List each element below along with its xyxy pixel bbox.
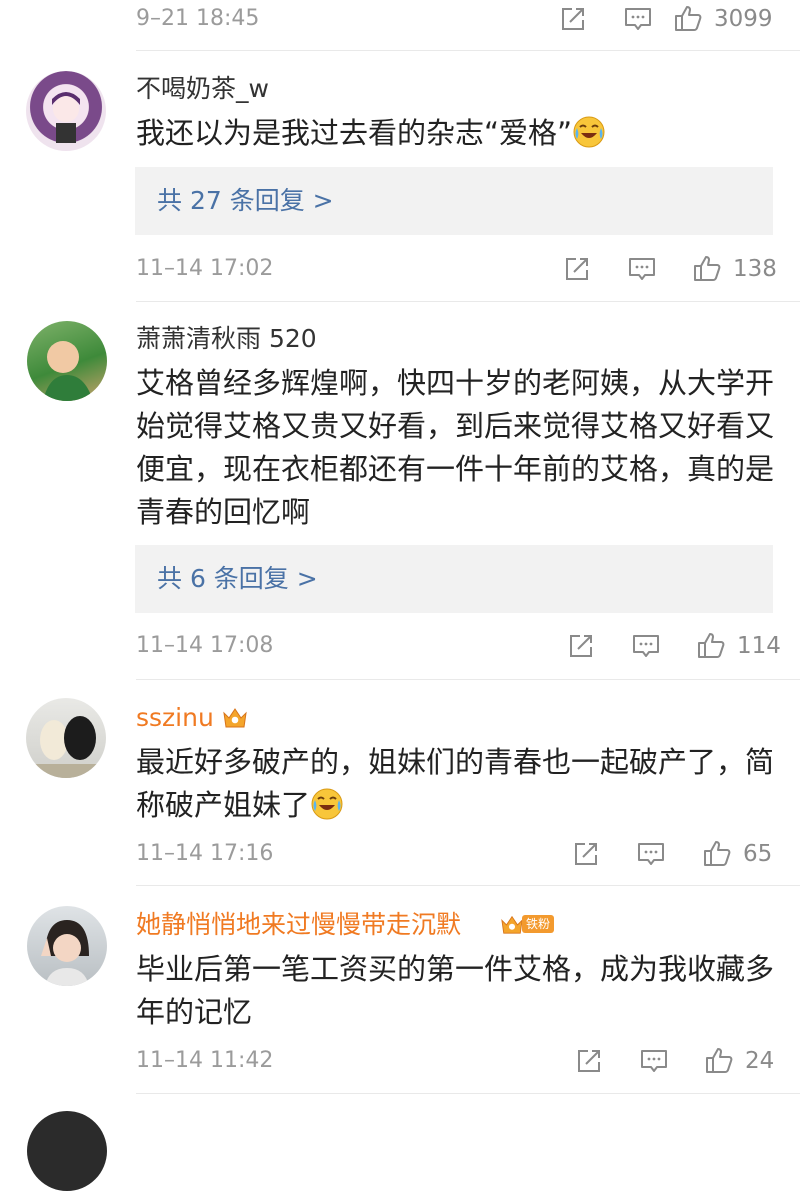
comment-date: 9–21 18:45 bbox=[136, 6, 260, 31]
like-count: 65 bbox=[743, 841, 773, 867]
like-count: 114 bbox=[737, 633, 781, 659]
divider bbox=[136, 301, 800, 302]
username[interactable]: 不喝奶茶_w bbox=[136, 73, 269, 105]
share-icon[interactable] bbox=[562, 254, 592, 284]
comment-icon[interactable] bbox=[627, 254, 657, 284]
username[interactable]: 她静悄悄地来过慢慢带走沉默 bbox=[136, 909, 461, 941]
share-icon[interactable] bbox=[574, 1046, 604, 1076]
comment-body: 我还以为是我过去看的杂志“爱格” bbox=[136, 116, 573, 150]
username[interactable]: 萧萧清秋雨 520 bbox=[136, 323, 317, 355]
like-icon[interactable] bbox=[692, 253, 722, 283]
crown-icon bbox=[500, 913, 524, 935]
reply-link[interactable]: 共 6 条回复 > bbox=[157, 545, 318, 613]
divider bbox=[136, 50, 800, 51]
like-count: 138 bbox=[733, 256, 777, 282]
comment-icon[interactable] bbox=[639, 1046, 669, 1076]
avatar[interactable] bbox=[27, 906, 107, 986]
share-icon[interactable] bbox=[558, 4, 588, 34]
comment-text: 我还以为是我过去看的杂志“爱格” bbox=[136, 112, 776, 155]
like-icon[interactable] bbox=[673, 3, 703, 33]
comment-text: 最近好多破产的，姐妹们的青春也一起破产了，简称破产姐妹了 bbox=[136, 741, 776, 827]
avatar[interactable] bbox=[27, 1111, 107, 1191]
share-icon[interactable] bbox=[566, 631, 596, 661]
laughing-crying-emoji bbox=[310, 787, 344, 821]
comment-date: 11–14 17:08 bbox=[136, 633, 274, 658]
laughing-crying-emoji bbox=[572, 115, 606, 149]
avatar[interactable] bbox=[26, 698, 106, 778]
avatar[interactable] bbox=[26, 71, 106, 151]
comment-text: 毕业后第一笔工资买的第一件艾格，成为我收藏多年的记忆 bbox=[136, 952, 775, 1029]
like-icon[interactable] bbox=[702, 838, 732, 868]
comment-date: 11–14 11:42 bbox=[136, 1048, 274, 1073]
divider bbox=[136, 679, 800, 680]
like-count: 3099 bbox=[714, 6, 773, 32]
comment-date: 11–14 17:02 bbox=[136, 256, 274, 281]
divider bbox=[136, 885, 800, 886]
comment-icon[interactable] bbox=[631, 631, 661, 661]
avatar[interactable] bbox=[27, 321, 107, 401]
comment-text: 艾格曾经多辉煌啊，快四十岁的老阿姨，从大学开始觉得艾格又贵又好看，到后来觉得艾格… bbox=[136, 366, 775, 529]
divider bbox=[136, 1093, 800, 1094]
crown-badge-icon bbox=[222, 705, 248, 729]
share-icon[interactable] bbox=[571, 839, 601, 869]
comment-icon[interactable] bbox=[623, 4, 653, 34]
like-count: 24 bbox=[745, 1048, 775, 1074]
like-icon[interactable] bbox=[704, 1045, 734, 1075]
comment-body: 最近好多破产的，姐妹们的青春也一起破产了，简称破产姐妹了 bbox=[136, 745, 775, 822]
fan-badge: 铁粉 bbox=[500, 912, 555, 936]
reply-box[interactable]: 共 27 条回复 > bbox=[135, 167, 773, 235]
reply-link[interactable]: 共 27 条回复 > bbox=[157, 167, 334, 235]
username[interactable]: sszinu bbox=[136, 702, 214, 734]
comment-icon[interactable] bbox=[636, 839, 666, 869]
like-icon[interactable] bbox=[696, 630, 726, 660]
fan-badge-label: 铁粉 bbox=[522, 915, 555, 933]
comment-date: 11–14 17:16 bbox=[136, 841, 274, 866]
reply-box[interactable]: 共 6 条回复 > bbox=[135, 545, 773, 613]
